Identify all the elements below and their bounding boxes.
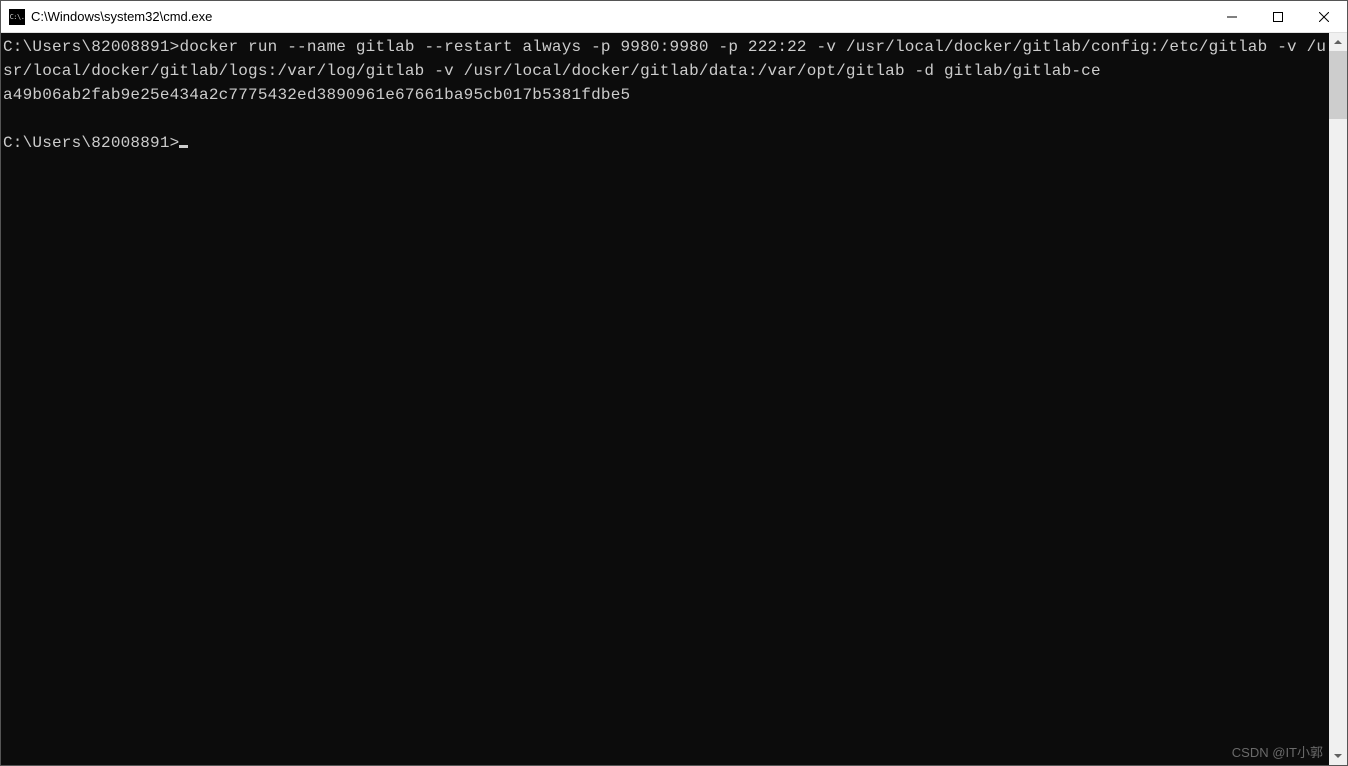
prompt: C:\Users\82008891> — [3, 38, 179, 56]
titlebar[interactable]: C:\. C:\Windows\system32\cmd.exe — [1, 1, 1347, 33]
cursor — [179, 145, 188, 148]
scroll-track[interactable] — [1329, 51, 1347, 747]
output-hash: a49b06ab2fab9e25e434a2c7775432ed3890961e… — [3, 86, 630, 104]
window-controls — [1209, 1, 1347, 32]
vertical-scrollbar[interactable] — [1329, 33, 1347, 765]
cmd-icon: C:\. — [9, 9, 25, 25]
prompt: C:\Users\82008891> — [3, 134, 179, 152]
scroll-up-arrow-icon[interactable] — [1329, 33, 1347, 51]
close-button[interactable] — [1301, 1, 1347, 32]
scroll-thumb[interactable] — [1329, 51, 1347, 119]
window-title: C:\Windows\system32\cmd.exe — [31, 9, 1209, 24]
minimize-button[interactable] — [1209, 1, 1255, 32]
cmd-window: C:\. C:\Windows\system32\cmd.exe C:\User… — [0, 0, 1348, 766]
cmd-icon-text: C:\. — [10, 13, 25, 21]
maximize-button[interactable] — [1255, 1, 1301, 32]
scroll-down-arrow-icon[interactable] — [1329, 747, 1347, 765]
client-area: C:\Users\82008891>docker run --name gitl… — [1, 33, 1347, 765]
command-text: docker run --name gitlab --restart alway… — [3, 38, 1326, 80]
watermark-text: CSDN @IT小郭 — [1232, 742, 1323, 761]
terminal-output[interactable]: C:\Users\82008891>docker run --name gitl… — [1, 33, 1329, 765]
